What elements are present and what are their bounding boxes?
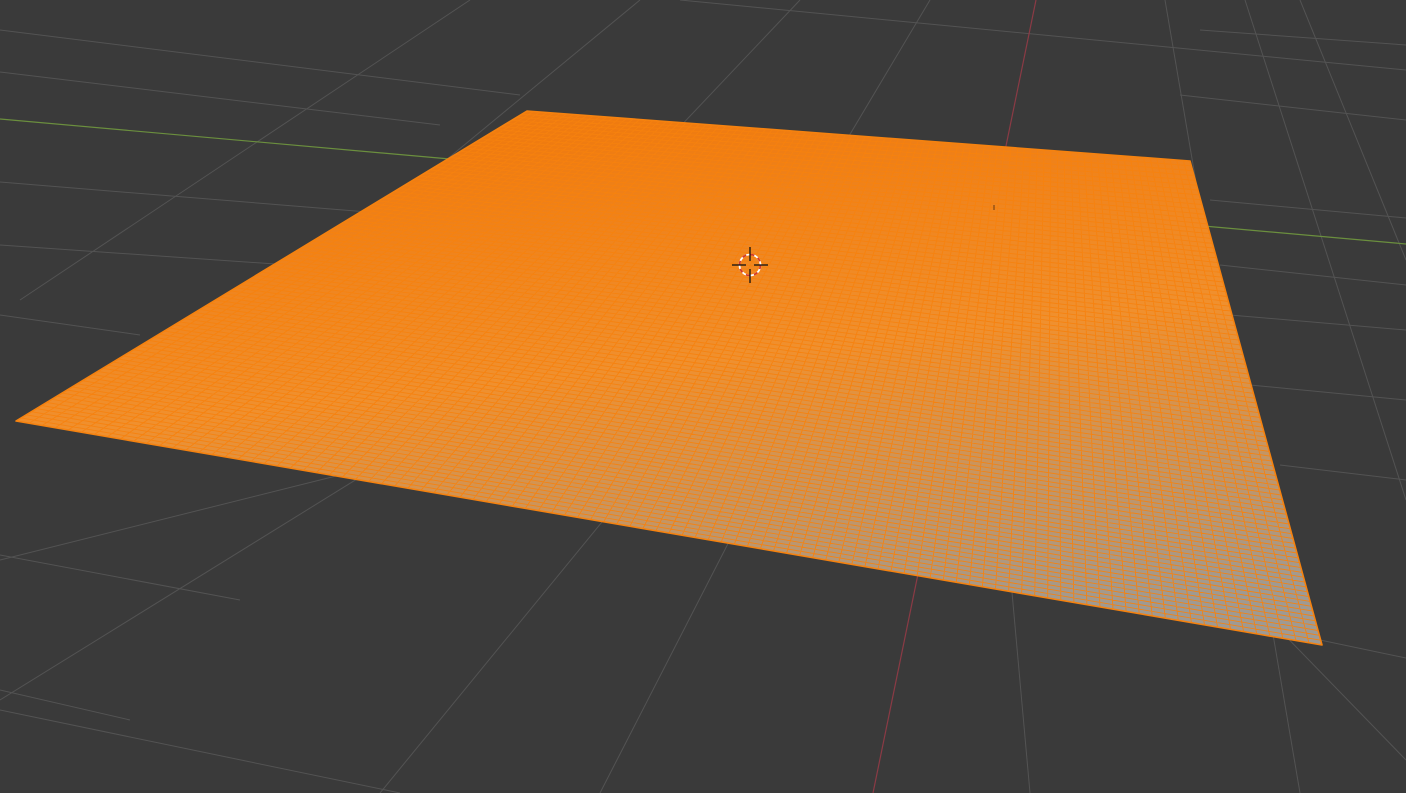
grid-line	[1219, 264, 1406, 286]
grid-line	[0, 709, 401, 793]
grid-line	[0, 469, 361, 561]
grid-line	[1229, 314, 1406, 331]
grid-line	[0, 689, 131, 721]
grid-line	[0, 29, 521, 96]
grid-line	[599, 529, 736, 793]
grid-line	[1244, 0, 1406, 501]
grid-line	[379, 499, 621, 793]
grid-line	[0, 244, 291, 266]
grid-line	[1319, 639, 1406, 659]
3d-viewport[interactable]	[0, 0, 1406, 793]
grid-line	[1209, 199, 1406, 219]
grid-line	[1179, 94, 1406, 121]
viewport-canvas[interactable]	[0, 0, 1406, 793]
grid-line	[1009, 569, 1031, 793]
grid-line	[0, 554, 241, 601]
grid-line	[1249, 384, 1406, 401]
grid-line	[0, 71, 441, 126]
grid-line	[1199, 29, 1406, 46]
grid-line	[0, 314, 141, 336]
plane-mesh[interactable]	[15, 110, 1323, 646]
grid-line	[679, 0, 1406, 71]
grid-line	[1279, 464, 1406, 481]
